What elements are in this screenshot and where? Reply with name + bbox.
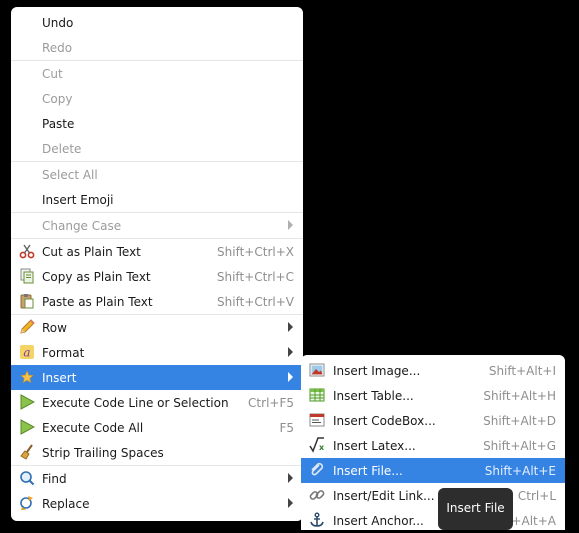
menu-item-shortcut: Shift+Alt+H (483, 388, 556, 403)
submenu-item-insert-edit-link[interactable]: Insert/Edit Link... Ctrl+L (301, 483, 565, 508)
replace-icon (19, 495, 35, 511)
menu-item-label: Insert File... (333, 463, 403, 478)
menu-item-label: Cut (42, 66, 63, 81)
menu-item-shortcut: Shift+Ctrl+X (217, 244, 294, 259)
menu-item-insert-emoji[interactable]: Insert Emoji (11, 187, 303, 212)
menu-item-label: Insert Emoji (42, 192, 114, 207)
menu-item-label: Insert Table... (333, 388, 414, 403)
menu-item-label: Insert CodeBox... (333, 413, 436, 428)
pencil-icon (19, 319, 35, 335)
submenu-item-insert-image[interactable]: Insert Image... Shift+Alt+I (301, 358, 565, 383)
submenu-item-insert-latex[interactable]: x Insert Latex... Shift+Alt+G (301, 433, 565, 458)
menu-item-paste-plain-text[interactable]: Paste as Plain Text Shift+Ctrl+V (11, 289, 303, 314)
menu-item-cut[interactable]: Cut (11, 61, 303, 86)
menu-item-label: Insert (42, 370, 77, 385)
svg-text:x: x (319, 443, 325, 452)
menu-item-find[interactable]: Find (11, 466, 303, 491)
submenu-arrow-icon (288, 473, 293, 483)
submenu-arrow-icon (288, 220, 293, 230)
menu-item-label: Paste as Plain Text (42, 294, 153, 309)
submenu-arrow-icon (288, 498, 293, 508)
paste-clipboard-icon (19, 293, 35, 309)
menu-item-label: Execute Code Line or Selection (42, 395, 229, 410)
menu-item-cut-plain-text[interactable]: Cut as Plain Text Shift+Ctrl+X (11, 239, 303, 264)
paperclip-icon (309, 462, 325, 478)
submenu-item-insert-table[interactable]: Insert Table... Shift+Alt+H (301, 383, 565, 408)
menu-item-label: Cut as Plain Text (42, 244, 141, 259)
menu-item-label: Select All (42, 167, 98, 182)
menu-item-select-all[interactable]: Select All (11, 162, 303, 187)
menu-item-paste[interactable]: Paste (11, 111, 303, 136)
menu-item-copy[interactable]: Copy (11, 86, 303, 111)
play-icon (19, 419, 35, 435)
menu-item-shortcut: Shift+Ctrl+C (216, 269, 294, 284)
menu-item-shortcut: Shift+Alt+E (484, 463, 556, 478)
menu-item-label: Insert Latex... (333, 438, 416, 453)
menu-item-format[interactable]: a Format (11, 340, 303, 365)
menu-item-shortcut: Ctrl+L (517, 488, 556, 503)
menu-item-replace[interactable]: Replace (11, 491, 303, 516)
menu-item-label: Delete (42, 141, 82, 156)
menu-item-shortcut: Shift+Ctrl+V (217, 294, 294, 309)
menu-item-redo[interactable]: Redo (11, 35, 303, 60)
menu-item-label: Insert Image... (333, 363, 421, 378)
menu-item-label: Undo (42, 15, 74, 30)
anchor-icon (309, 512, 325, 528)
menu-item-row[interactable]: Row (11, 315, 303, 340)
play-icon (19, 394, 35, 410)
menu-item-change-case[interactable]: Change Case (11, 213, 303, 238)
submenu-item-insert-codebox[interactable]: Insert CodeBox... Shift+Alt+D (301, 408, 565, 433)
menu-item-label: Insert/Edit Link... (333, 488, 435, 503)
menu-item-label: Strip Trailing Spaces (42, 445, 164, 460)
image-icon (309, 362, 325, 378)
menu-item-label: Format (42, 345, 85, 360)
submenu-arrow-icon (288, 347, 293, 357)
submenu-arrow-icon (288, 372, 293, 382)
link-icon (309, 487, 325, 503)
menu-item-execute-all[interactable]: Execute Code All F5 (11, 415, 303, 440)
menu-item-label: Change Case (42, 218, 122, 233)
menu-item-label: Find (42, 471, 67, 486)
menu-item-label: Copy (42, 91, 73, 106)
menu-item-copy-plain-text[interactable]: Copy as Plain Text Shift+Ctrl+C (11, 264, 303, 289)
menu-item-label: Execute Code All (42, 420, 144, 435)
menu-item-shortcut: Shift+Alt+D (483, 413, 556, 428)
format-text-icon: a (19, 344, 35, 360)
insert-submenu: Insert Image... Shift+Alt+I Insert Table… (301, 355, 565, 530)
menu-item-shortcut: Shift+Alt+I (488, 363, 556, 378)
submenu-item-insert-file[interactable]: Insert File... Shift+Alt+E (301, 458, 565, 483)
svg-text:a: a (23, 346, 30, 360)
table-icon (309, 387, 325, 403)
menu-item-insert[interactable]: Insert (11, 365, 303, 390)
scissors-icon (19, 243, 35, 259)
menu-item-strip-trailing-spaces[interactable]: Strip Trailing Spaces (11, 440, 303, 465)
menu-item-label: Row (42, 320, 67, 335)
menu-item-label: Redo (42, 40, 73, 55)
menu-item-label: Replace (42, 496, 90, 511)
tooltip: Insert File (438, 488, 513, 530)
copy-document-icon (19, 268, 35, 284)
menu-item-shortcut: Ctrl+F5 (248, 395, 294, 410)
menu-item-shortcut: F5 (279, 420, 294, 435)
latex-icon: x (309, 437, 325, 453)
submenu-arrow-icon (288, 322, 293, 332)
menu-item-label: Copy as Plain Text (42, 269, 151, 284)
menu-item-label: Paste (42, 116, 75, 131)
submenu-item-insert-anchor[interactable]: Insert Anchor... Shift+Alt+A (301, 508, 565, 533)
menu-item-shortcut: Shift+Alt+G (483, 438, 556, 453)
context-menu: Undo Redo Cut Copy Paste Delete Select A… (11, 7, 303, 521)
menu-item-delete[interactable]: Delete (11, 136, 303, 161)
star-icon (19, 369, 35, 385)
codebox-icon (309, 412, 325, 428)
menu-item-execute-line[interactable]: Execute Code Line or Selection Ctrl+F5 (11, 390, 303, 415)
menu-item-label: Insert Anchor... (333, 513, 424, 528)
broom-icon (19, 444, 35, 460)
menu-item-undo[interactable]: Undo (11, 10, 303, 35)
search-icon (19, 470, 35, 486)
